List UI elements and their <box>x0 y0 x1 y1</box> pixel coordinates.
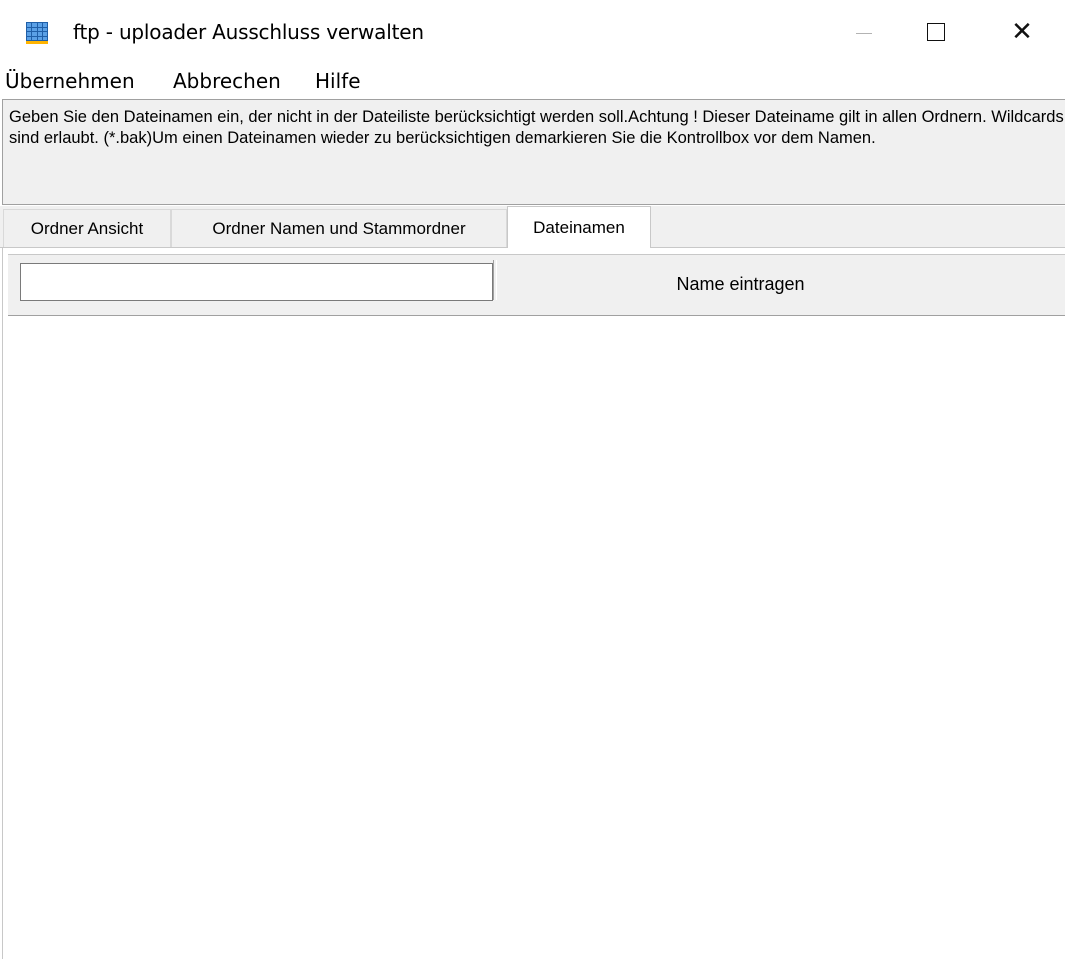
close-icon: ✕ <box>1011 17 1033 47</box>
info-text: Geben Sie den Dateinamen ein, der nicht … <box>9 108 1064 147</box>
minimize-icon <box>856 32 872 34</box>
name-eintragen-button[interactable]: Name eintragen <box>496 258 1065 310</box>
entry-toolbar: Name eintragen <box>8 254 1065 316</box>
tab-content-dateinamen <box>2 248 1065 959</box>
menu-item-uebernehmen[interactable]: Übernehmen <box>5 67 135 95</box>
maximize-icon <box>927 23 945 41</box>
title-bar: ftp - uploader Ausschluss verwalten ✕ <box>0 0 1065 64</box>
menu-item-abbrechen[interactable]: Abbrechen <box>173 67 281 95</box>
tab-strip: Ordner Ansicht Ordner Namen und Stammord… <box>0 206 1065 248</box>
tab-ordner-namen-und-stammordner[interactable]: Ordner Namen und Stammordner <box>171 209 507 247</box>
menu-item-hilfe[interactable]: Hilfe <box>315 67 361 95</box>
tab-dateinamen[interactable]: Dateinamen <box>507 206 651 248</box>
maximize-button[interactable] <box>904 0 968 64</box>
minimize-button[interactable] <box>832 0 896 64</box>
app-grid-icon[interactable] <box>26 22 48 44</box>
close-button[interactable]: ✕ <box>990 0 1054 64</box>
info-panel: Geben Sie den Dateinamen ein, der nicht … <box>2 99 1065 205</box>
filename-input[interactable] <box>20 263 493 301</box>
window-title: ftp - uploader Ausschluss verwalten <box>73 20 424 44</box>
tab-ordner-ansicht[interactable]: Ordner Ansicht <box>3 209 171 247</box>
menu-bar: Übernehmen Abbrechen Hilfe <box>0 64 1065 98</box>
